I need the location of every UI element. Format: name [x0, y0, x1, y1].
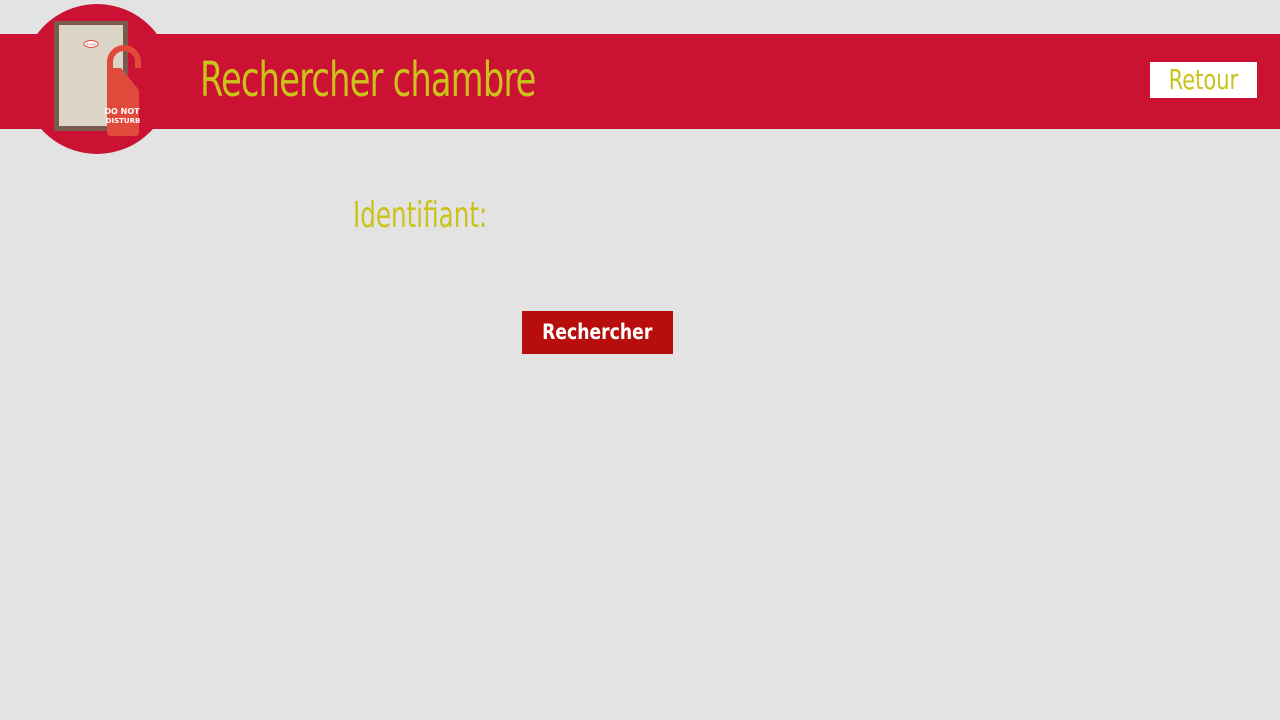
back-button-label: Retour [1168, 63, 1239, 96]
door-plate-text: ROOM [86, 43, 96, 47]
page: ROOM DO NOT DISTURB Rechercher chambre R… [0, 0, 1280, 720]
hanger-body [107, 68, 139, 136]
back-button[interactable]: Retour [1150, 62, 1257, 98]
hanger-text-line2: DISTURB [106, 117, 141, 125]
search-button[interactable]: Rechercher [522, 311, 673, 354]
id-input[interactable] [500, 196, 804, 238]
search-button-label: Rechercher [542, 320, 653, 344]
hanger-text-line1: DO NOT [104, 107, 140, 116]
id-field-label: Identifiant: [353, 195, 488, 236]
door-do-not-disturb-icon: ROOM DO NOT DISTURB [54, 21, 141, 136]
app-logo: ROOM DO NOT DISTURB [22, 4, 172, 154]
page-title: Rechercher chambre [200, 52, 536, 108]
header-bar [0, 34, 1280, 129]
